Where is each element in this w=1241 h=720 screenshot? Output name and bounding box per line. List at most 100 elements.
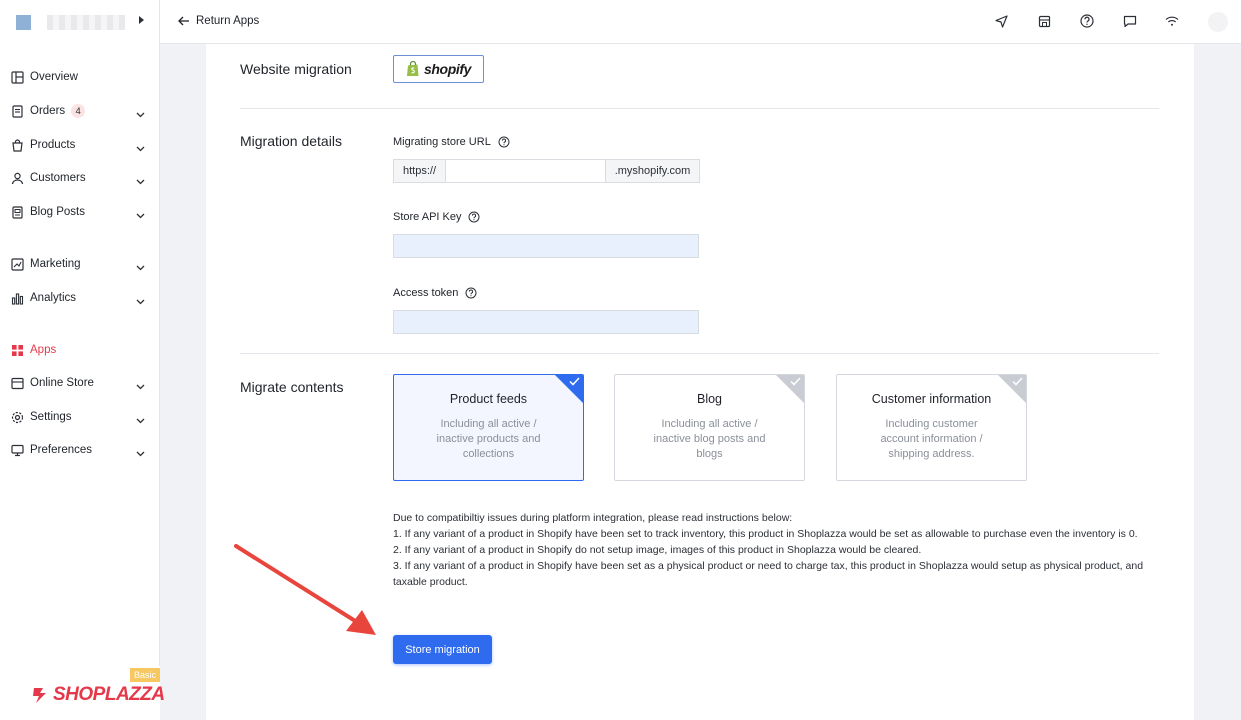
shopify-bag-icon [407,61,419,76]
sidebar-item-analytics[interactable]: Analytics [0,284,160,312]
instructions-intro: Due to compatibiltiy issues during platf… [393,512,793,524]
store-url-label: Migrating store URL [393,136,510,148]
divider [240,108,1159,109]
access-token-label: Access token [393,287,477,299]
question-circle-icon[interactable] [465,287,477,299]
store-migration-button[interactable]: Store migration [393,635,492,664]
instruction-line: 3. If any variant of a product in Shopif… [393,560,1144,588]
message-icon[interactable] [1123,14,1137,28]
question-circle-icon[interactable] [498,136,510,148]
orders-icon [11,104,24,118]
settings-icon [11,411,24,424]
sidebar-item-products[interactable]: Products [0,131,160,159]
api-key-label: Store API Key [393,211,480,223]
sidebar-item-label: Analytics [30,292,77,304]
chevron-down-icon [136,208,145,222]
shopify-wordmark: shopify [424,61,471,77]
option-description: Including all active / inactive blog pos… [653,418,766,460]
chevron-down-icon [136,107,145,121]
option-customer-information[interactable]: Customer information Including customer … [836,374,1027,481]
chevron-down-icon [136,413,145,427]
shopify-platform-button[interactable]: shopify [393,55,484,83]
chevron-down-icon [136,141,145,155]
sidebar: Overview Orders 4 Products Customers Blo… [0,0,165,720]
chevron-down-icon [136,260,145,274]
help-icon[interactable] [1080,14,1094,28]
api-key-label-text: Store API Key [393,211,462,223]
access-token-input[interactable] [393,310,699,334]
sidebar-item-label: Online Store [30,377,94,389]
url-suffix: .myshopify.com [605,159,700,183]
sidebar-item-marketing[interactable]: Marketing [0,250,160,278]
avatar[interactable] [1208,12,1228,32]
store-icon[interactable] [1037,14,1051,28]
migrate-contents-label: Migrate contents [240,379,344,395]
plan-badge: Basic [130,668,160,682]
shoplazza-logo-icon [33,688,46,703]
check-icon [790,377,801,386]
sidebar-item-label: Settings [30,411,72,423]
annotation-arrow-icon [234,544,376,635]
store-url-input[interactable] [446,159,605,183]
store-url-field: https:// .myshopify.com [393,159,700,183]
sidebar-item-label: Marketing [30,258,81,270]
arrow-left-icon [178,16,189,26]
sidebar-item-label: Customers [30,172,86,184]
brand-logo: SHOPLAZZA [30,684,165,706]
sidebar-item-label: Orders [30,105,66,117]
api-key-input[interactable] [393,234,699,258]
option-description: Including customer account information /… [880,418,983,460]
sidebar-item-apps[interactable]: Apps [0,336,160,364]
orders-count-badge: 4 [71,104,86,118]
customers-icon [11,172,24,185]
sidebar-item-blog-posts[interactable]: Blog Posts [0,198,160,226]
sidebar-item-label: Blog Posts [30,206,85,218]
chevron-down-icon [136,379,145,393]
preferences-icon [11,444,24,457]
option-description: Including all active / inactive products… [436,418,541,460]
wifi-icon[interactable] [1165,14,1179,28]
migration-instructions: Due to compatibiltiy issues during platf… [393,510,1153,590]
check-icon [569,377,580,386]
analytics-icon [11,292,24,305]
instruction-line: 2. If any variant of a product in Shopif… [393,544,922,556]
topbar: Return Apps [160,0,1241,44]
store-url-label-text: Migrating store URL [393,136,491,148]
store-logo [16,14,31,30]
return-apps-link[interactable]: Return Apps [178,15,259,27]
website-migration-label: Website migration [240,61,352,77]
option-blog[interactable]: Blog Including all active / inactive blo… [614,374,805,481]
online-store-icon [11,377,24,390]
products-icon [11,138,24,152]
chevron-down-icon [136,294,145,308]
question-circle-icon[interactable] [468,211,480,223]
instruction-line: 1. If any variant of a product in Shopif… [393,528,1138,540]
sidebar-item-preferences[interactable]: Preferences [0,436,160,464]
brand-wordmark: SHOPLAZZA [53,684,165,705]
migration-details-label: Migration details [240,133,342,149]
sidebar-item-label: Products [30,139,76,151]
sidebar-item-online-store[interactable]: Online Store [0,369,160,397]
sidebar-item-label: Overview [30,71,78,83]
apps-icon [11,344,24,357]
store-switcher[interactable] [0,0,160,44]
send-icon[interactable] [994,14,1008,28]
sidebar-item-settings[interactable]: Settings [0,403,160,431]
caret-right-icon [139,16,144,24]
access-token-label-text: Access token [393,287,459,299]
sidebar-item-label: Preferences [30,444,93,456]
sidebar-item-overview[interactable]: Overview [0,63,160,91]
chevron-down-icon [136,174,145,188]
sidebar-item-customers[interactable]: Customers [0,164,160,192]
marketing-icon [11,257,24,271]
return-apps-label: Return Apps [196,15,260,27]
sidebar-item-orders[interactable]: Orders 4 [0,97,160,125]
url-prefix: https:// [393,159,446,183]
overview-icon [11,70,24,84]
blog-posts-icon [11,205,24,219]
divider [240,353,1159,354]
store-name-redacted [47,14,125,30]
check-icon [1012,377,1023,386]
option-product-feeds[interactable]: Product feeds Including all active / ina… [393,374,584,481]
sidebar-item-label: Apps [30,344,57,356]
